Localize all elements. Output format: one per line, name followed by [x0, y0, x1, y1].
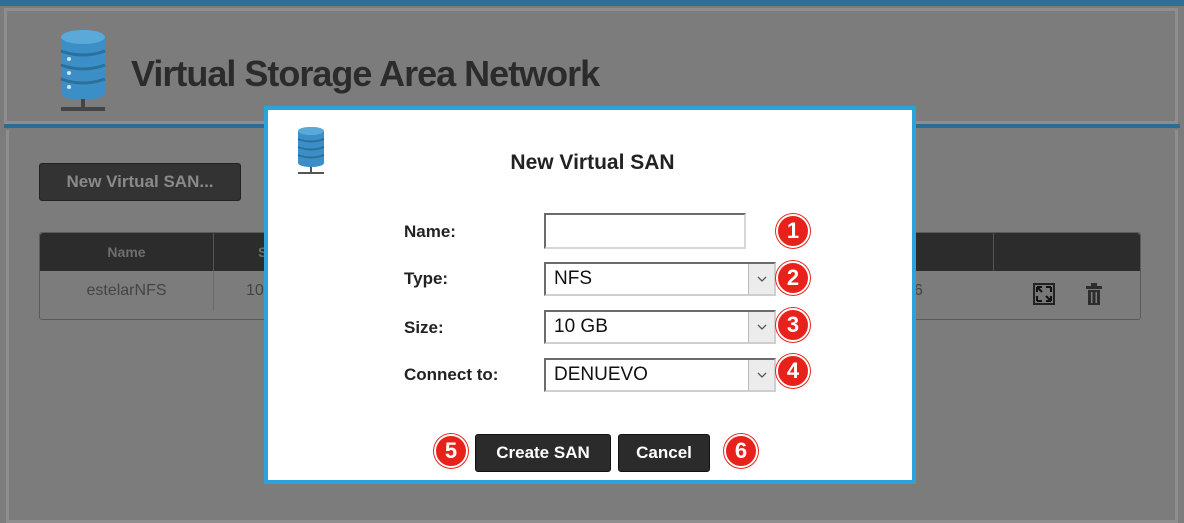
callout-2: 2 [776, 261, 810, 295]
chevron-down-icon[interactable] [748, 264, 774, 294]
size-select[interactable]: 10 GB [544, 310, 776, 344]
trash-icon[interactable] [1085, 283, 1103, 305]
database-server-icon [60, 30, 106, 111]
cell-name: estelarNFS [40, 271, 214, 311]
new-virtual-san-dialog: New Virtual SAN Name: 1 Type: NFS 2 Size… [264, 106, 916, 484]
connect-to-select-value: DENUEVO [554, 364, 648, 385]
cancel-button[interactable]: Cancel [618, 434, 710, 472]
callout-4: 4 [776, 354, 810, 388]
type-select[interactable]: NFS [544, 262, 776, 296]
connect-to-label: Connect to: [404, 365, 499, 384]
page-title: Virtual Storage Area Network [131, 53, 600, 94]
expand-icon[interactable] [1033, 283, 1055, 305]
chevron-down-icon[interactable] [748, 360, 774, 390]
callout-3: 3 [776, 308, 810, 342]
name-label: Name: [404, 222, 456, 241]
connect-to-select[interactable]: DENUEVO [544, 358, 776, 392]
column-divider [993, 233, 994, 271]
chevron-down-icon[interactable] [748, 312, 774, 342]
type-select-value: NFS [554, 268, 592, 289]
column-header-name[interactable]: Name [40, 233, 214, 271]
expand-icon-glyph [1036, 286, 1052, 302]
new-virtual-san-button[interactable]: New Virtual SAN... [39, 163, 241, 201]
create-san-button[interactable]: Create SAN [475, 434, 611, 472]
name-input[interactable] [544, 213, 746, 249]
size-label: Size: [404, 318, 444, 337]
dialog-title: New Virtual SAN [510, 151, 675, 174]
cell-size: 10 [246, 282, 264, 299]
callout-5: 5 [434, 434, 468, 468]
type-label: Type: [404, 269, 449, 288]
callout-1: 1 [776, 214, 810, 248]
callout-6: 6 [724, 434, 758, 468]
size-select-value: 10 GB [554, 316, 608, 337]
